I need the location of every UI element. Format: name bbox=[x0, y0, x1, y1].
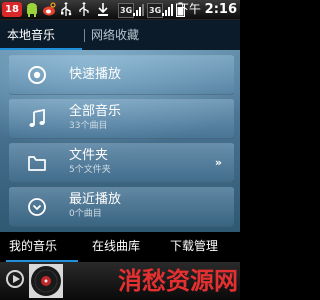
tab-online-favorites[interactable]: 网络收藏 bbox=[91, 26, 139, 44]
weibo-icon bbox=[43, 2, 56, 16]
local-music-menu: 快速播放 全部音乐 33个曲目 文件夹 5个文件夹 » 最近播放 0个曲目 bbox=[0, 50, 240, 232]
tab-local-music[interactable]: 本地音乐 bbox=[7, 26, 55, 44]
clock-period: 下午 bbox=[176, 2, 201, 16]
tab-online-library[interactable]: 在线曲库 bbox=[92, 232, 140, 260]
menu-item-subtitle: 33个曲目 bbox=[69, 121, 108, 131]
signal-strength-icon bbox=[133, 4, 144, 16]
music-note-icon bbox=[29, 109, 45, 127]
menu-item-title: 全部音乐 bbox=[69, 104, 122, 119]
play-button[interactable] bbox=[6, 270, 24, 288]
menu-item-quick-play[interactable]: 快速播放 bbox=[9, 55, 234, 95]
menu-item-title: 文件夹 bbox=[69, 148, 109, 163]
network-type-badge-2: 3G bbox=[147, 3, 164, 18]
download-icon bbox=[98, 3, 108, 16]
clock-time: 2:16 bbox=[204, 2, 237, 17]
tab-divider bbox=[84, 29, 85, 42]
menu-item-all-music[interactable]: 全部音乐 33个曲目 bbox=[9, 99, 234, 139]
quick-play-icon bbox=[28, 66, 46, 84]
status-bar: 18 3G 3G 下午 2:16 bbox=[0, 0, 240, 20]
folder-icon bbox=[28, 156, 46, 171]
notification-count-badge: 18 bbox=[2, 2, 22, 17]
mini-player-bar: 消愁资源网 bbox=[0, 262, 240, 300]
watermark-text: 消愁资源网 bbox=[118, 267, 238, 295]
network-type-badge: 3G bbox=[118, 3, 135, 18]
menu-item-recent[interactable]: 最近播放 0个曲目 bbox=[9, 187, 234, 227]
menu-item-title: 最近播放 bbox=[69, 192, 122, 207]
status-clock: 下午 2:16 bbox=[177, 1, 237, 18]
signal-strength-icon-2 bbox=[162, 4, 173, 16]
library-tab-bar: 本地音乐 网络收藏 bbox=[0, 20, 240, 50]
album-art[interactable] bbox=[29, 264, 63, 298]
usb-icon bbox=[61, 2, 72, 16]
android-robot-icon bbox=[27, 3, 37, 17]
menu-item-title: 快速播放 bbox=[69, 67, 122, 82]
tab-download-manager[interactable]: 下载管理 bbox=[170, 232, 218, 260]
menu-item-subtitle: 0个曲目 bbox=[69, 209, 102, 219]
menu-item-subtitle: 5个文件夹 bbox=[69, 165, 111, 175]
recent-clock-icon bbox=[28, 198, 46, 216]
usb-debug-icon bbox=[79, 2, 89, 16]
chevron-right-icon: » bbox=[214, 156, 222, 169]
menu-item-folders[interactable]: 文件夹 5个文件夹 » bbox=[9, 143, 234, 183]
bottom-tab-bar: 我的音乐 在线曲库 下载管理 bbox=[0, 232, 240, 262]
tab-my-music[interactable]: 我的音乐 bbox=[9, 232, 57, 260]
